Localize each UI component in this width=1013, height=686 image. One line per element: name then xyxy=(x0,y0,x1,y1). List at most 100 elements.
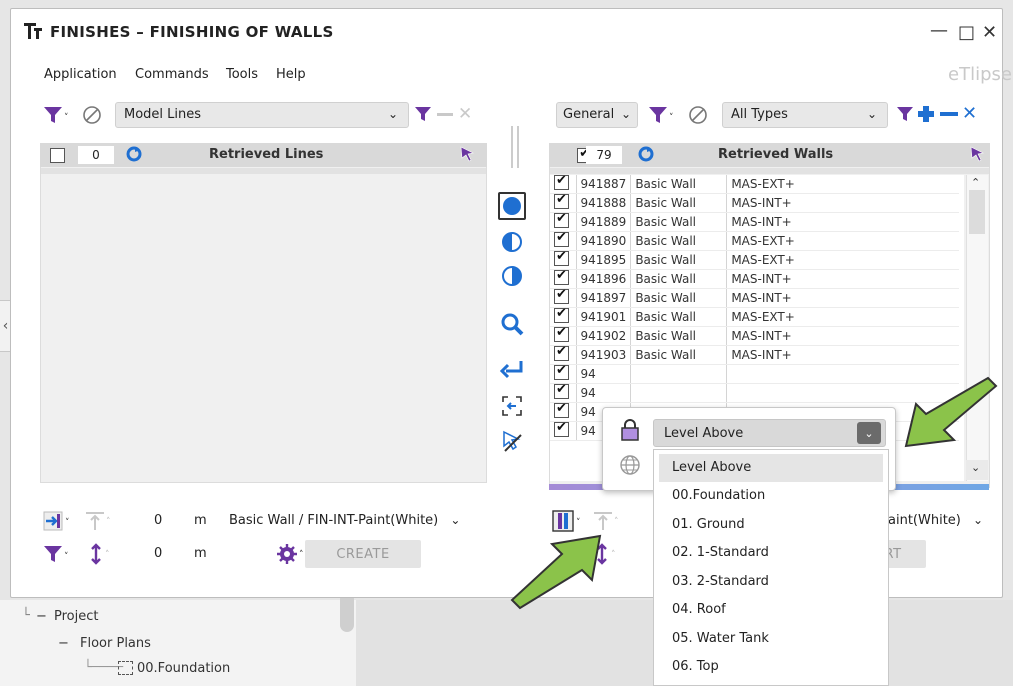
remove-filter-icon[interactable] xyxy=(940,112,958,116)
extend-button[interactable]: ˅ xyxy=(42,510,74,536)
refresh-icon[interactable] xyxy=(638,146,654,166)
row-checkbox[interactable] xyxy=(554,344,569,362)
scroll-up-icon[interactable]: ⌃ xyxy=(971,176,980,189)
chevron-down-icon: ⌄ xyxy=(450,513,461,527)
pane-splitter[interactable] xyxy=(340,592,354,632)
clear-icon[interactable]: ✕ xyxy=(458,104,472,124)
row-checkbox[interactable] xyxy=(554,249,569,267)
maximize-button[interactable]: □ xyxy=(958,22,975,43)
isolate-icon[interactable] xyxy=(82,105,102,129)
right-wall-type-select[interactable]: aint(White) ⌄ xyxy=(888,513,983,528)
menu-help[interactable]: Help xyxy=(276,67,306,82)
row-checkbox[interactable] xyxy=(554,382,569,400)
table-row[interactable]: 94 xyxy=(550,382,959,404)
settings-gear-icon[interactable]: ˄ xyxy=(276,543,306,569)
level-option[interactable]: 01. Ground xyxy=(654,511,888,540)
level-option[interactable]: 06. Top xyxy=(654,653,888,682)
fit-view-icon[interactable] xyxy=(498,392,526,420)
row-checkbox[interactable] xyxy=(554,268,569,286)
svg-text:˅: ˅ xyxy=(64,552,69,562)
row-checkbox[interactable] xyxy=(554,306,569,324)
isolate-icon[interactable] xyxy=(688,105,708,129)
height-icon: ˄ xyxy=(88,543,114,569)
tree-item-floor-plans[interactable]: Floor Plans xyxy=(80,636,151,651)
select-half-icon[interactable] xyxy=(498,228,526,256)
type-select[interactable]: All Types ⌄ xyxy=(722,102,888,128)
scroll-down-icon[interactable]: ⌄ xyxy=(971,461,980,474)
filter-dropdown-button[interactable]: ˅ xyxy=(42,543,72,569)
table-row[interactable]: 941897Basic WallMAS-INT+ xyxy=(550,287,959,309)
clear-filter-icon[interactable]: ✕ xyxy=(962,103,977,124)
tree-collapse-icon[interactable]: − xyxy=(36,609,47,624)
add-filter-icon[interactable] xyxy=(916,104,936,128)
category-select-value: Model Lines xyxy=(124,107,202,122)
table-row[interactable]: 94 xyxy=(550,363,959,385)
table-row[interactable]: 941888Basic WallMAS-INT+ xyxy=(550,192,959,214)
unpick-icon[interactable] xyxy=(498,428,526,456)
table-row[interactable]: 941887Basic WallMAS-EXT+ xyxy=(550,175,959,195)
pick-cursor-icon[interactable] xyxy=(968,145,986,167)
row-checkbox[interactable] xyxy=(554,287,569,305)
level-option[interactable]: 00.Foundation xyxy=(654,482,888,511)
wall-family-cell: Basic Wall xyxy=(630,288,728,309)
left-wall-type-select[interactable]: Basic Wall / FIN-INT-Paint(White) ⌄ xyxy=(229,513,460,528)
create-button[interactable]: CREATE xyxy=(305,540,421,568)
table-row[interactable]: 941901Basic WallMAS-EXT+ xyxy=(550,306,959,328)
select-all-icon[interactable] xyxy=(498,192,526,220)
svg-text:˅: ˅ xyxy=(64,113,69,123)
level-option[interactable]: 05. Water Tank xyxy=(654,625,888,654)
level-combo[interactable]: Level Above xyxy=(653,419,886,447)
row-checkbox[interactable] xyxy=(554,192,569,210)
apply-filter-icon[interactable] xyxy=(896,105,914,127)
wall-id-cell: 941887 xyxy=(576,175,632,195)
row-checkbox[interactable] xyxy=(554,420,569,438)
table-row[interactable]: 941889Basic WallMAS-INT+ xyxy=(550,211,959,233)
table-row[interactable]: 941902Basic WallMAS-INT+ xyxy=(550,325,959,347)
remove-icon[interactable] xyxy=(437,113,453,116)
level-option[interactable]: 03. 2-Standard xyxy=(654,568,888,597)
menu-commands[interactable]: Commands xyxy=(135,67,209,82)
height-value[interactable]: 0 xyxy=(154,546,162,561)
combo-chevron-down-icon[interactable]: ⌄ xyxy=(857,422,881,444)
category-select[interactable]: Model Lines ⌄ xyxy=(115,102,409,128)
callout-arrow-icon xyxy=(900,370,1000,454)
row-checkbox[interactable] xyxy=(554,211,569,229)
filter-dropdown-button[interactable]: ˅ xyxy=(647,104,677,130)
row-checkbox[interactable] xyxy=(554,325,569,343)
row-checkbox[interactable] xyxy=(554,401,569,419)
lock-icon[interactable] xyxy=(620,418,640,446)
menu-application[interactable]: Application xyxy=(44,67,117,82)
return-arrow-icon[interactable] xyxy=(498,356,526,384)
general-select[interactable]: General ⌄ xyxy=(556,102,638,128)
level-option[interactable]: 04. Roof xyxy=(654,596,888,625)
table-row[interactable]: 941903Basic WallMAS-INT+ xyxy=(550,344,959,366)
level-option[interactable]: Level Above xyxy=(659,454,883,482)
select-all-lines-checkbox[interactable] xyxy=(50,148,65,163)
close-button[interactable]: ✕ xyxy=(982,22,997,43)
menu-tools[interactable]: Tools xyxy=(226,67,258,82)
row-checkbox[interactable] xyxy=(554,230,569,248)
apply-filter-icon[interactable] xyxy=(414,105,432,127)
table-row[interactable]: 941895Basic WallMAS-EXT+ xyxy=(550,249,959,271)
scrollbar-thumb[interactable] xyxy=(969,190,985,234)
tree-collapse-icon[interactable]: − xyxy=(58,636,69,651)
invert-selection-icon[interactable] xyxy=(498,262,526,290)
globe-icon[interactable] xyxy=(619,454,641,480)
app-logo-icon xyxy=(22,20,44,42)
minimize-button[interactable]: — xyxy=(930,20,948,41)
pick-cursor-icon[interactable] xyxy=(458,145,476,167)
table-row[interactable]: 941890Basic WallMAS-EXT+ xyxy=(550,230,959,252)
table-row[interactable]: 941896Basic WallMAS-INT+ xyxy=(550,268,959,290)
tree-item-project[interactable]: Project xyxy=(54,609,98,624)
filter-dropdown-button[interactable]: ˅ xyxy=(42,104,72,130)
row-checkbox[interactable] xyxy=(554,175,569,191)
walls-grid: 941887Basic WallMAS-EXT+941888Basic Wall… xyxy=(550,175,959,442)
top-offset-value[interactable]: 0 xyxy=(154,513,162,528)
tree-item-foundation[interactable]: 00.Foundation xyxy=(137,661,230,676)
zoom-icon[interactable] xyxy=(498,310,526,338)
row-checkbox[interactable] xyxy=(554,363,569,381)
wall-type-cell: MAS-EXT+ xyxy=(726,175,959,195)
wall-family-cell xyxy=(630,383,728,404)
level-option[interactable]: 02. 1-Standard xyxy=(654,539,888,568)
refresh-icon[interactable] xyxy=(126,146,142,166)
